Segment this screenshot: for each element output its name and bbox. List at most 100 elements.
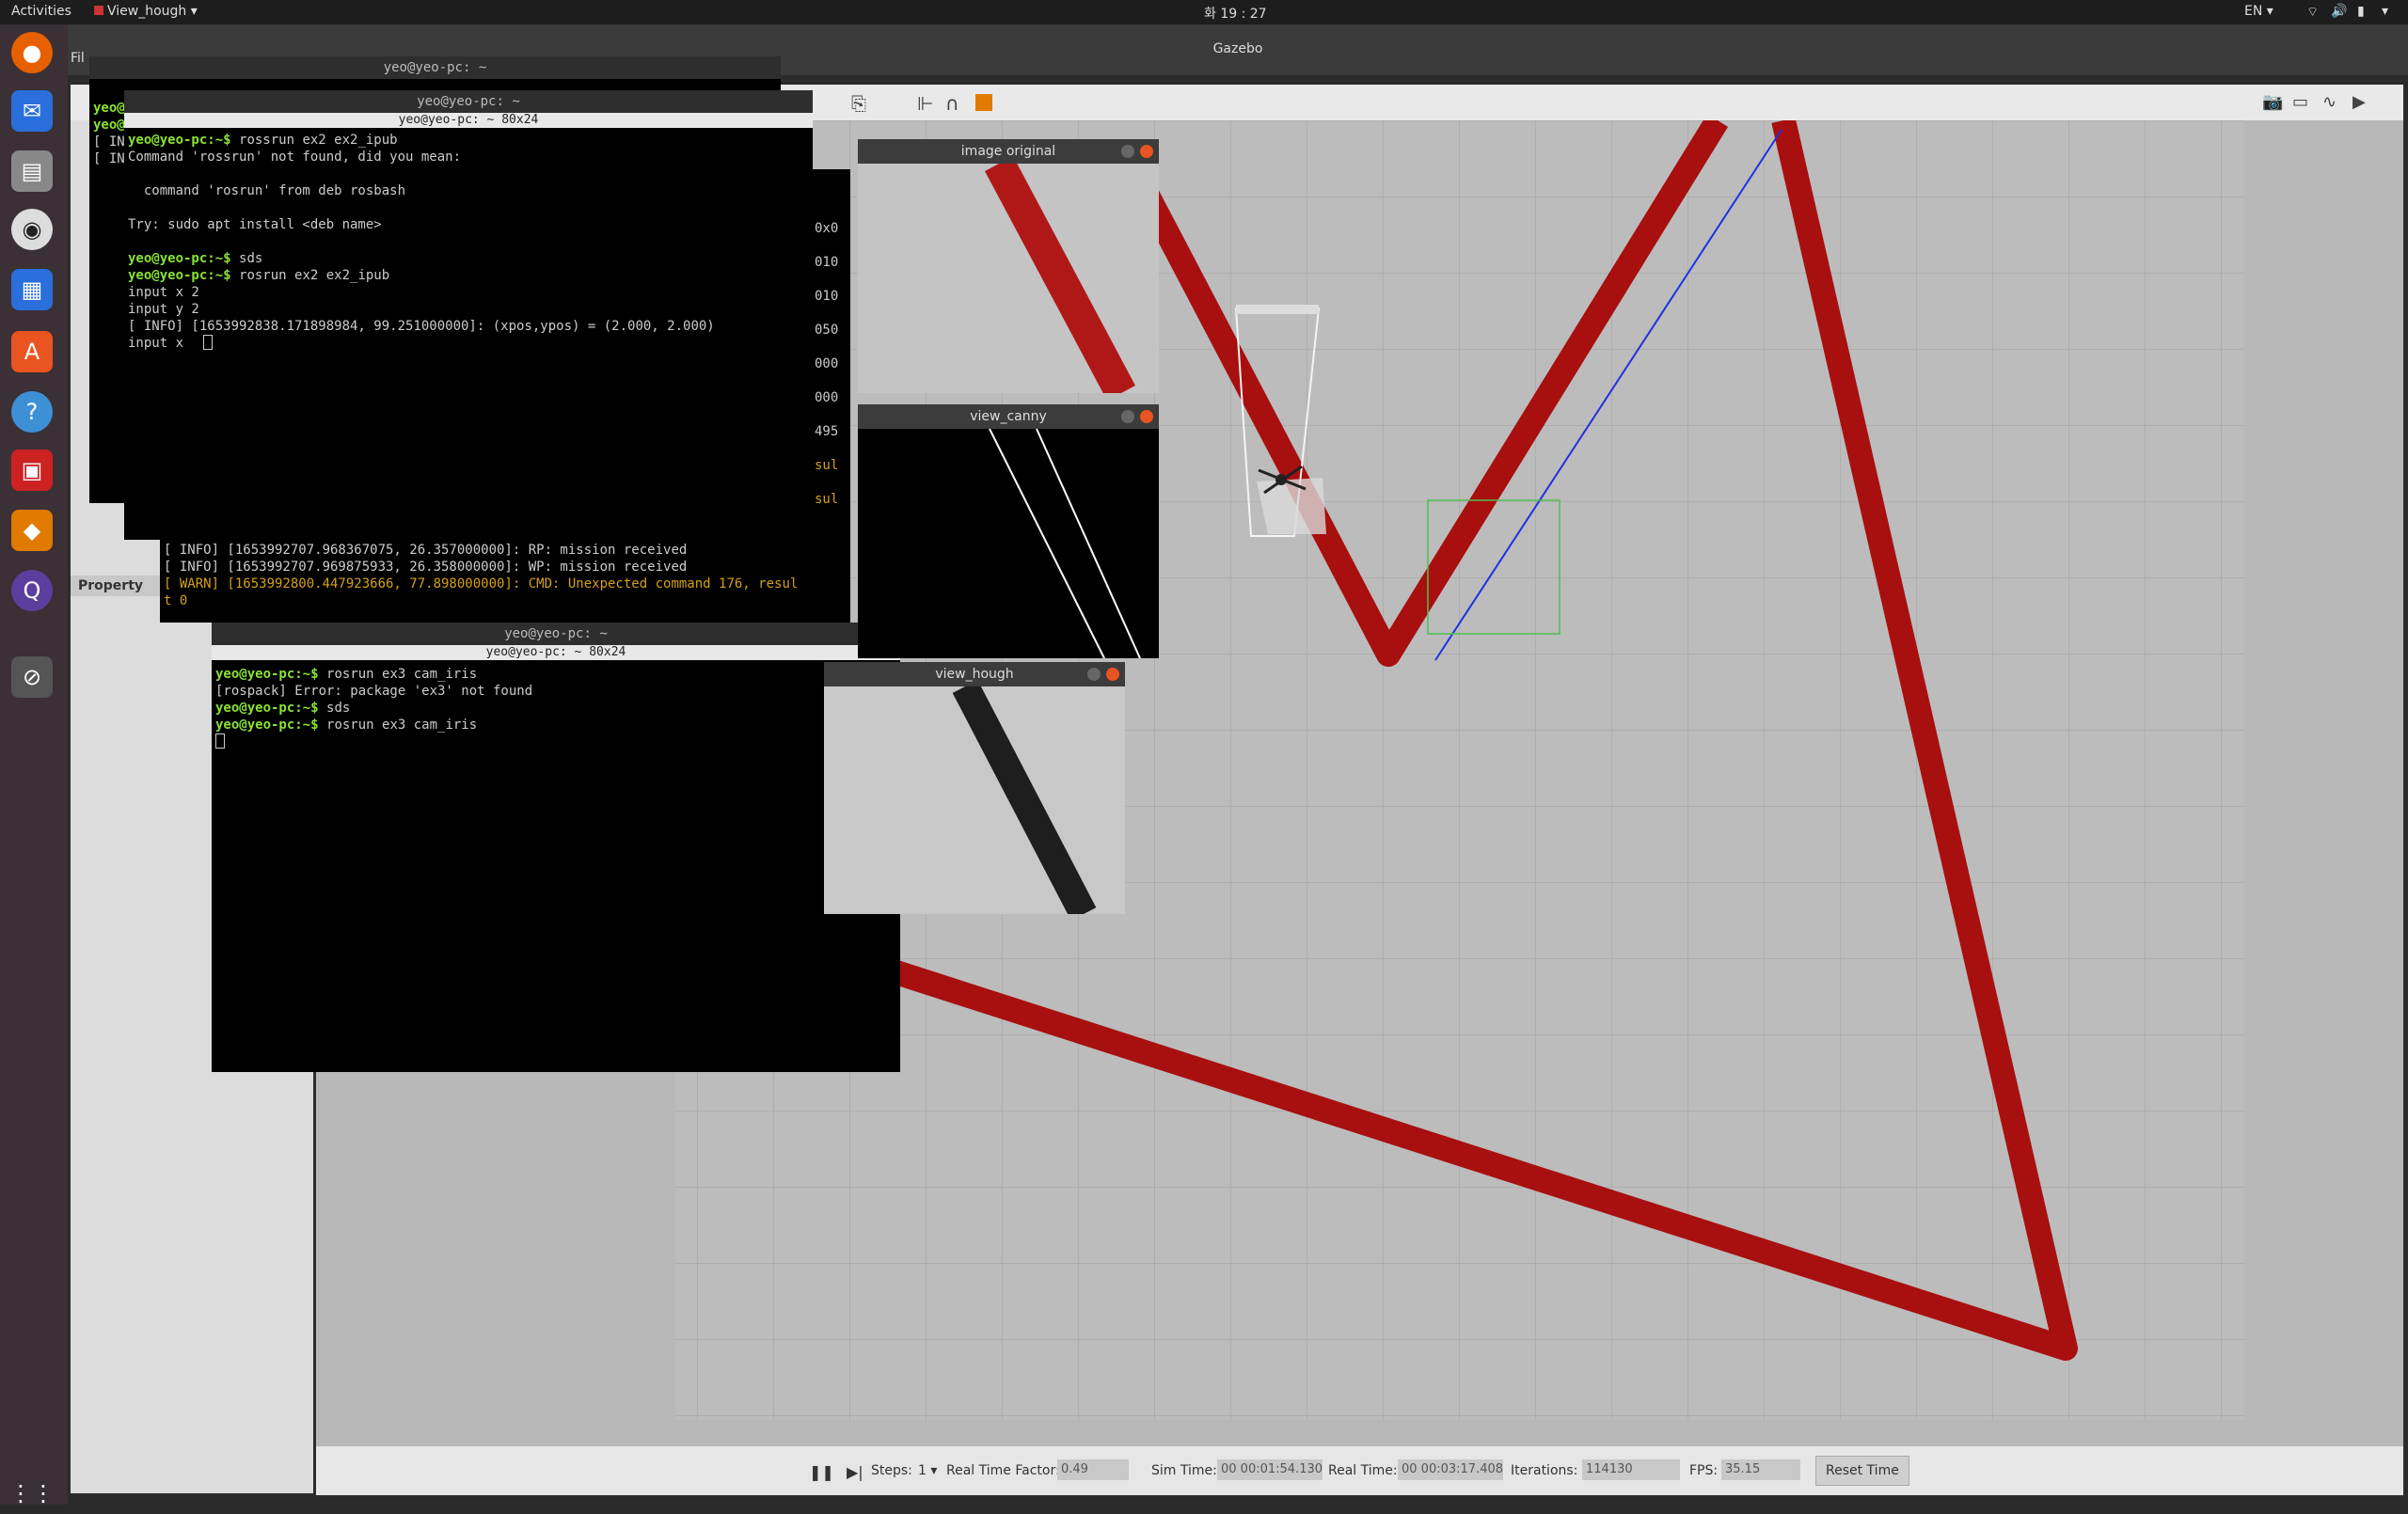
pause-icon[interactable]: ❚❚ <box>809 1463 834 1481</box>
window-title: view_hough <box>824 662 1125 686</box>
simulation-status-bar: ❚❚ ▶| Steps: 1 ▾ Real Time Factor: 0.49 … <box>316 1446 2403 1495</box>
reset-time-button[interactable]: Reset Time <box>1815 1456 1909 1486</box>
prompt: yeo@yeo-pc:~$ <box>215 701 327 716</box>
line-text: input x <box>128 336 192 351</box>
terminal-window-ex3[interactable]: yeo@yeo-pc: ~ yeo@yeo-pc: ~ 80x24 yeo@ye… <box>212 623 900 1072</box>
camera-icon[interactable]: 📷 <box>2262 92 2283 112</box>
terminal-line: [rospack] Error: package 'ex3' not found <box>215 683 532 700</box>
line-text: sds <box>326 701 351 716</box>
close-icon[interactable] <box>1140 145 1153 158</box>
video-icon[interactable]: ▶ <box>2353 92 2366 112</box>
activities-button[interactable]: Activities <box>11 4 71 19</box>
files-icon[interactable]: ▤ <box>11 150 53 192</box>
minimize-icon[interactable] <box>1121 410 1134 423</box>
chevron-down-icon: ▾ <box>190 4 198 19</box>
prompt: yeo@yeo-pc:~$ <box>215 667 327 682</box>
step-icon[interactable]: ▶| <box>847 1463 863 1481</box>
fragment-text: 000 <box>815 356 839 371</box>
qgroundcontrol-icon[interactable]: Q <box>11 570 53 611</box>
prompt: yeo@yeo-pc:~$ <box>128 268 240 283</box>
real-time-label: Real Time: <box>1328 1463 1398 1478</box>
clock[interactable]: 화 19 : 27 <box>1204 4 1267 23</box>
log-line: [ INFO] [1653992707.969875933, 26.358000… <box>164 560 688 575</box>
terminal-line: yeo@yeo-pc:~$ rosrun ex2 ex2_ipub <box>128 267 389 284</box>
close-icon[interactable] <box>1106 668 1119 681</box>
line-text: input x 2 <box>128 285 199 300</box>
plot-icon[interactable]: ∿ <box>2322 92 2337 112</box>
fragment-text: 010 <box>815 289 839 304</box>
real-time-factor-label: Real Time Factor: <box>946 1463 1060 1478</box>
cursor <box>203 335 213 355</box>
line-text: rosrun ex2 ex2_ipub <box>239 268 390 283</box>
fragment-text: 000 <box>815 390 839 405</box>
help-icon[interactable]: ? <box>11 391 53 433</box>
gazebo-icon[interactable]: ◆ <box>11 510 53 551</box>
minimize-icon[interactable] <box>1121 145 1134 158</box>
fragment-text: sul <box>815 492 839 507</box>
log-line: [ WARN] [1653992800.447923666, 77.898000… <box>164 576 799 591</box>
fragment-text: 050 <box>815 323 839 338</box>
snap-icon[interactable]: ∩ <box>945 92 959 115</box>
show-applications-icon[interactable]: ⋮⋮ <box>9 1473 55 1514</box>
terminal-window-ex2[interactable]: yeo@yeo-pc: ~ yeo@yeo-pc: ~ 80x24 yeo@ye… <box>124 90 813 540</box>
log-line: t 0 <box>164 593 188 608</box>
fps-label: FPS: <box>1689 1463 1719 1478</box>
terminal-app-icon[interactable]: ▣ <box>11 449 53 491</box>
sim-time-label: Sim Time: <box>1151 1463 1217 1478</box>
writer-icon[interactable]: ▦ <box>11 269 53 310</box>
terminal-title: yeo@yeo-pc: ~ <box>89 56 781 79</box>
sim-time-field: 00 00:01:54.130 <box>1217 1459 1323 1480</box>
app-icon <box>94 6 103 15</box>
chevron-down-icon[interactable]: ▾ <box>2382 4 2388 19</box>
prompt: yeo@yeo-pc:~$ <box>215 718 327 733</box>
software-icon[interactable]: A <box>11 331 53 372</box>
record-icon[interactable]: ▭ <box>2292 92 2308 112</box>
view-canny-window[interactable]: view_canny <box>858 404 1159 658</box>
terminal-line: input x <box>128 335 191 352</box>
fragment-text: 495 <box>815 424 839 439</box>
image-original-window[interactable]: image original <box>858 139 1159 393</box>
align-icon[interactable]: ⊩ <box>917 92 933 115</box>
real-time-field: 00 00:03:17.408 <box>1398 1459 1503 1480</box>
close-icon[interactable] <box>1140 410 1153 423</box>
steps-label: Steps: <box>871 1463 912 1478</box>
line-text: Command 'rossrun' not found, did you mea… <box>128 150 462 165</box>
prompt: yeo@yeo-pc:~$ <box>128 251 240 266</box>
language-indicator[interactable]: EN ▾ <box>2244 4 2273 19</box>
battery-icon[interactable]: ▮ <box>2357 4 2365 19</box>
steps-spinner[interactable]: 1 ▾ <box>918 1463 937 1478</box>
terminal-line: yeo@ <box>93 101 125 116</box>
terminal-line: yeo@yeo-pc:~$ rosrun ex3 cam_iris <box>215 717 477 733</box>
line-text: command 'rosrun' from deb rosbash <box>128 183 406 198</box>
terminal-line: input y 2 <box>128 301 199 318</box>
window-title: Gazebo <box>1212 41 1263 56</box>
window-title: image original <box>858 139 1159 164</box>
terminal-line: [ IN <box>93 134 125 150</box>
line-text: Try: sudo apt install <deb name> <box>128 217 382 232</box>
line-text: [ INFO] [1653992838.171898984, 99.251000… <box>128 319 715 334</box>
view-hough-window[interactable]: view_hough <box>824 662 1125 914</box>
minimize-icon[interactable] <box>1087 668 1101 681</box>
volume-icon[interactable]: 🔊 <box>2331 4 2347 19</box>
fragment-text: 0x0 <box>815 221 839 236</box>
iterations-field: 114130 <box>1582 1459 1680 1480</box>
terminal-line: [ IN <box>93 151 125 166</box>
terminal-title: yeo@yeo-pc: ~ <box>212 623 900 645</box>
window-title: view_canny <box>858 404 1159 429</box>
line-text: rosrun ex3 cam_iris <box>326 718 478 733</box>
network-icon[interactable]: ⌔ <box>2306 4 2319 21</box>
firefox-icon[interactable]: ● <box>11 32 53 73</box>
dock: ● ✉ ▤ ◉ ▦ A ? ▣ ◆ Q ⊘ ⋮⋮ <box>0 24 68 1506</box>
app-menu[interactable]: View_hough ▾ <box>94 4 198 19</box>
rhythmbox-icon[interactable]: ◉ <box>11 209 53 250</box>
fps-field: 35.15 <box>1721 1459 1800 1480</box>
top-bar: Activities View_hough ▾ 화 19 : 27 EN ▾ ⌔… <box>0 0 2408 24</box>
view-hough-app-icon[interactable]: ⊘ <box>11 656 53 698</box>
copy-icon[interactable]: ⎘ <box>851 92 866 115</box>
hough-image <box>824 686 1125 914</box>
terminal-line: Try: sudo apt install <deb name> <box>128 216 382 233</box>
thunderbird-icon[interactable]: ✉ <box>11 90 53 132</box>
fragment-text: 010 <box>815 255 839 270</box>
shape-color-icon[interactable] <box>975 94 992 111</box>
terminal-line: [ INFO] [1653992838.171898984, 99.251000… <box>128 318 715 335</box>
